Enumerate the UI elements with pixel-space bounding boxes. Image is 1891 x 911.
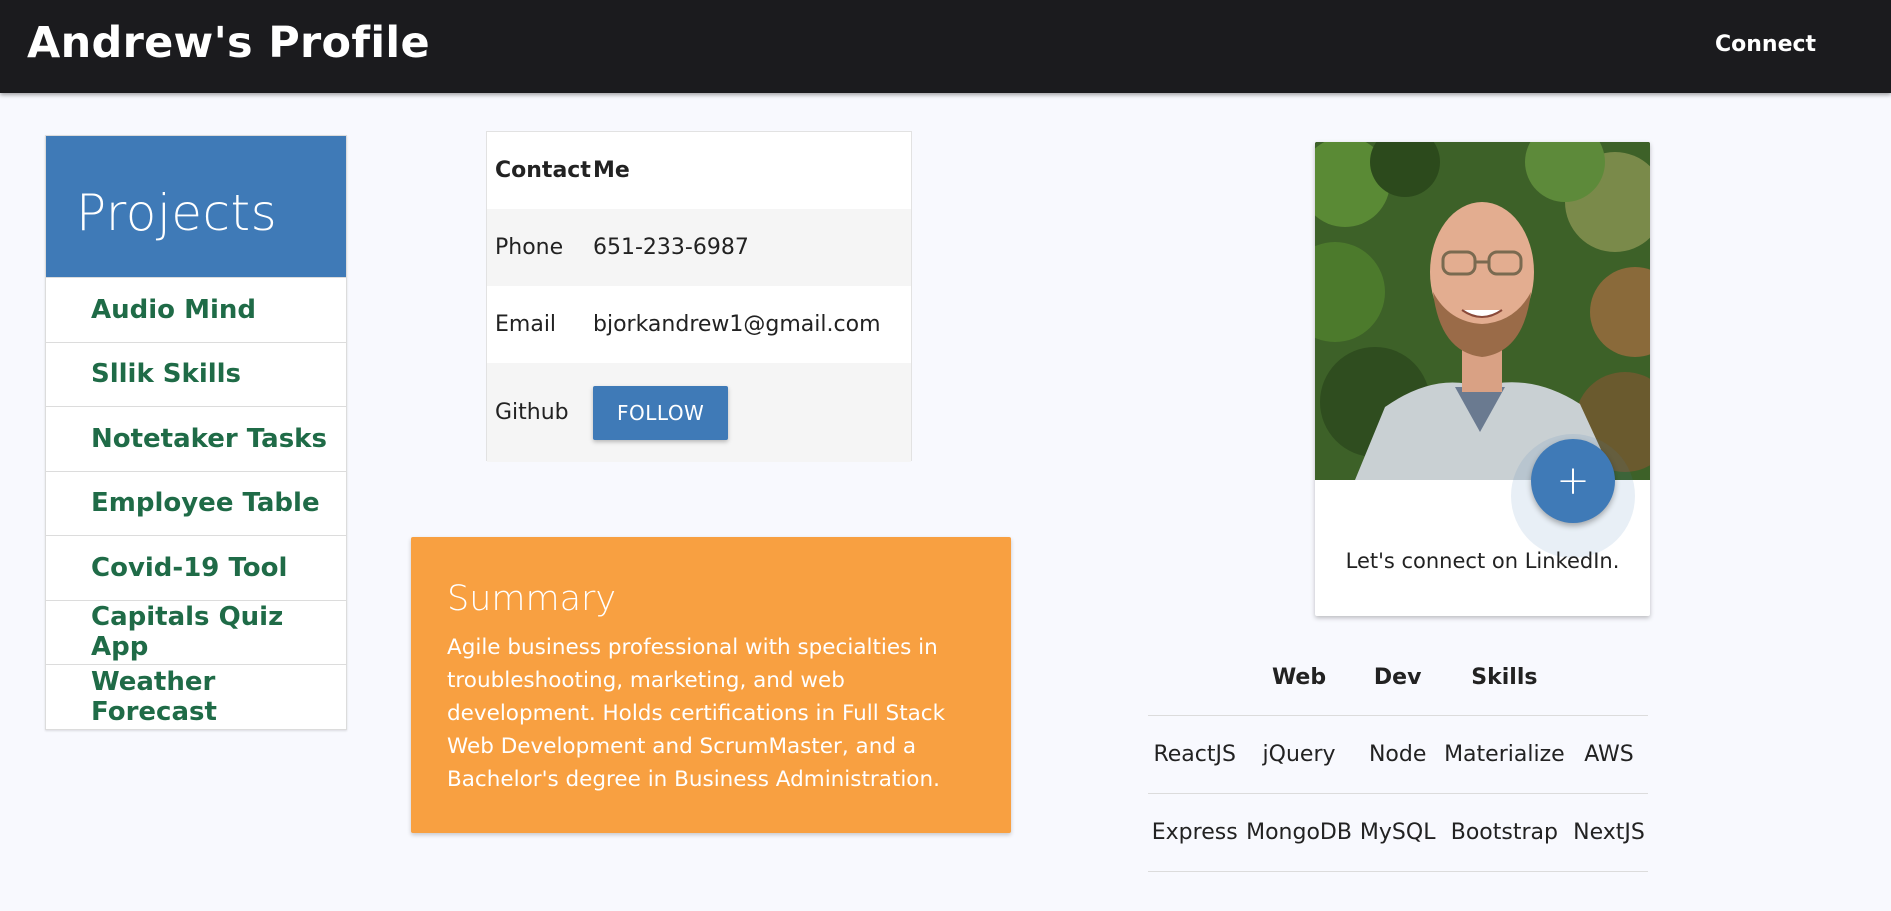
contact-row-github: Github FOLLOW	[487, 363, 911, 462]
project-item: Employee Table	[46, 470, 346, 536]
email-label: Email	[495, 312, 557, 337]
profile-photo	[1315, 142, 1650, 480]
project-item: Notetaker Tasks	[46, 406, 346, 471]
skills-table: Web Dev Skills ReactJS jQuery Node Mater…	[1148, 640, 1648, 872]
site-title[interactable]: Andrew's Profile	[27, 18, 430, 68]
project-item: Weather Forecast	[46, 664, 346, 729]
contact-header-cell: Contact	[495, 158, 591, 183]
github-label: Github	[495, 400, 569, 425]
github-cell: FOLLOW	[593, 385, 729, 440]
skill-cell: Express	[1148, 793, 1242, 872]
contact-row-phone: Phone 651-233-6987	[487, 209, 911, 286]
contact-header-row: Contact Me	[487, 132, 911, 209]
skill-cell: MySQL	[1356, 793, 1439, 872]
contact-header-cell: Me	[593, 158, 630, 183]
phone-value: 651-233-6987	[593, 235, 749, 260]
summary-card: Summary Agile business professional with…	[411, 537, 1011, 833]
plus-icon: +	[1556, 458, 1590, 504]
projects-title: Projects	[76, 184, 278, 242]
skills-row: ReactJS jQuery Node Materialize AWS	[1148, 715, 1648, 794]
follow-button[interactable]: FOLLOW	[593, 385, 729, 440]
email-value: bjorkandrew1@gmail.com	[593, 312, 881, 337]
phone-label: Phone	[495, 235, 564, 260]
skill-cell: Materialize	[1438, 715, 1570, 794]
skill-cell: MongoDB	[1241, 793, 1357, 872]
skills-header-cell: Dev	[1356, 640, 1439, 716]
add-connection-button[interactable]: +	[1531, 439, 1615, 523]
project-link-capitals-quiz-app[interactable]: Capitals Quiz App	[91, 602, 346, 662]
nav-link-connect[interactable]: Connect	[1715, 32, 1816, 57]
summary-title: Summary	[447, 579, 617, 619]
contact-table: Contact Me Phone 651-233-6987 Email bjor…	[486, 131, 912, 462]
project-item: Audio Mind	[46, 277, 346, 342]
project-link-notetaker-tasks[interactable]: Notetaker Tasks	[91, 424, 327, 454]
skill-cell: ReactJS	[1148, 715, 1242, 794]
project-link-weather-forecast[interactable]: Weather Forecast	[91, 667, 346, 727]
project-link-audio-mind[interactable]: Audio Mind	[91, 295, 256, 325]
contact-row-email: Email bjorkandrew1@gmail.com	[487, 286, 911, 363]
skills-header-cell: Web	[1241, 640, 1357, 716]
project-item: Covid-19 Tool	[46, 535, 346, 600]
profile-card: + Let's connect on LinkedIn.	[1315, 142, 1650, 616]
skills-header-cell	[1569, 640, 1648, 716]
skill-cell: NextJS	[1569, 793, 1648, 872]
project-link-covid-19-tool[interactable]: Covid-19 Tool	[91, 553, 287, 583]
skill-cell: jQuery	[1241, 715, 1357, 794]
top-navbar: Andrew's Profile Connect	[0, 0, 1891, 93]
project-link-sllik-skills[interactable]: Sllik Skills	[91, 359, 241, 389]
project-link-employee-table[interactable]: Employee Table	[91, 488, 320, 518]
project-item: Capitals Quiz App	[46, 599, 346, 665]
skills-row: Express MongoDB MySQL Bootstrap NextJS	[1148, 793, 1648, 872]
projects-panel: Projects Audio Mind Sllik Skills Notetak…	[45, 135, 347, 730]
profile-photo-illustration	[1315, 142, 1650, 480]
skill-cell: Node	[1356, 715, 1439, 794]
skills-header-cell: Skills	[1438, 640, 1570, 716]
skills-header-cell	[1148, 640, 1242, 716]
projects-header: Projects	[46, 136, 346, 277]
linkedin-caption: Let's connect on LinkedIn.	[1345, 549, 1620, 573]
summary-text: Agile business professional with special…	[447, 635, 946, 792]
project-item: Sllik Skills	[46, 341, 346, 407]
skill-cell: AWS	[1569, 715, 1648, 794]
skills-header-row: Web Dev Skills	[1148, 640, 1648, 716]
skill-cell: Bootstrap	[1438, 793, 1570, 872]
